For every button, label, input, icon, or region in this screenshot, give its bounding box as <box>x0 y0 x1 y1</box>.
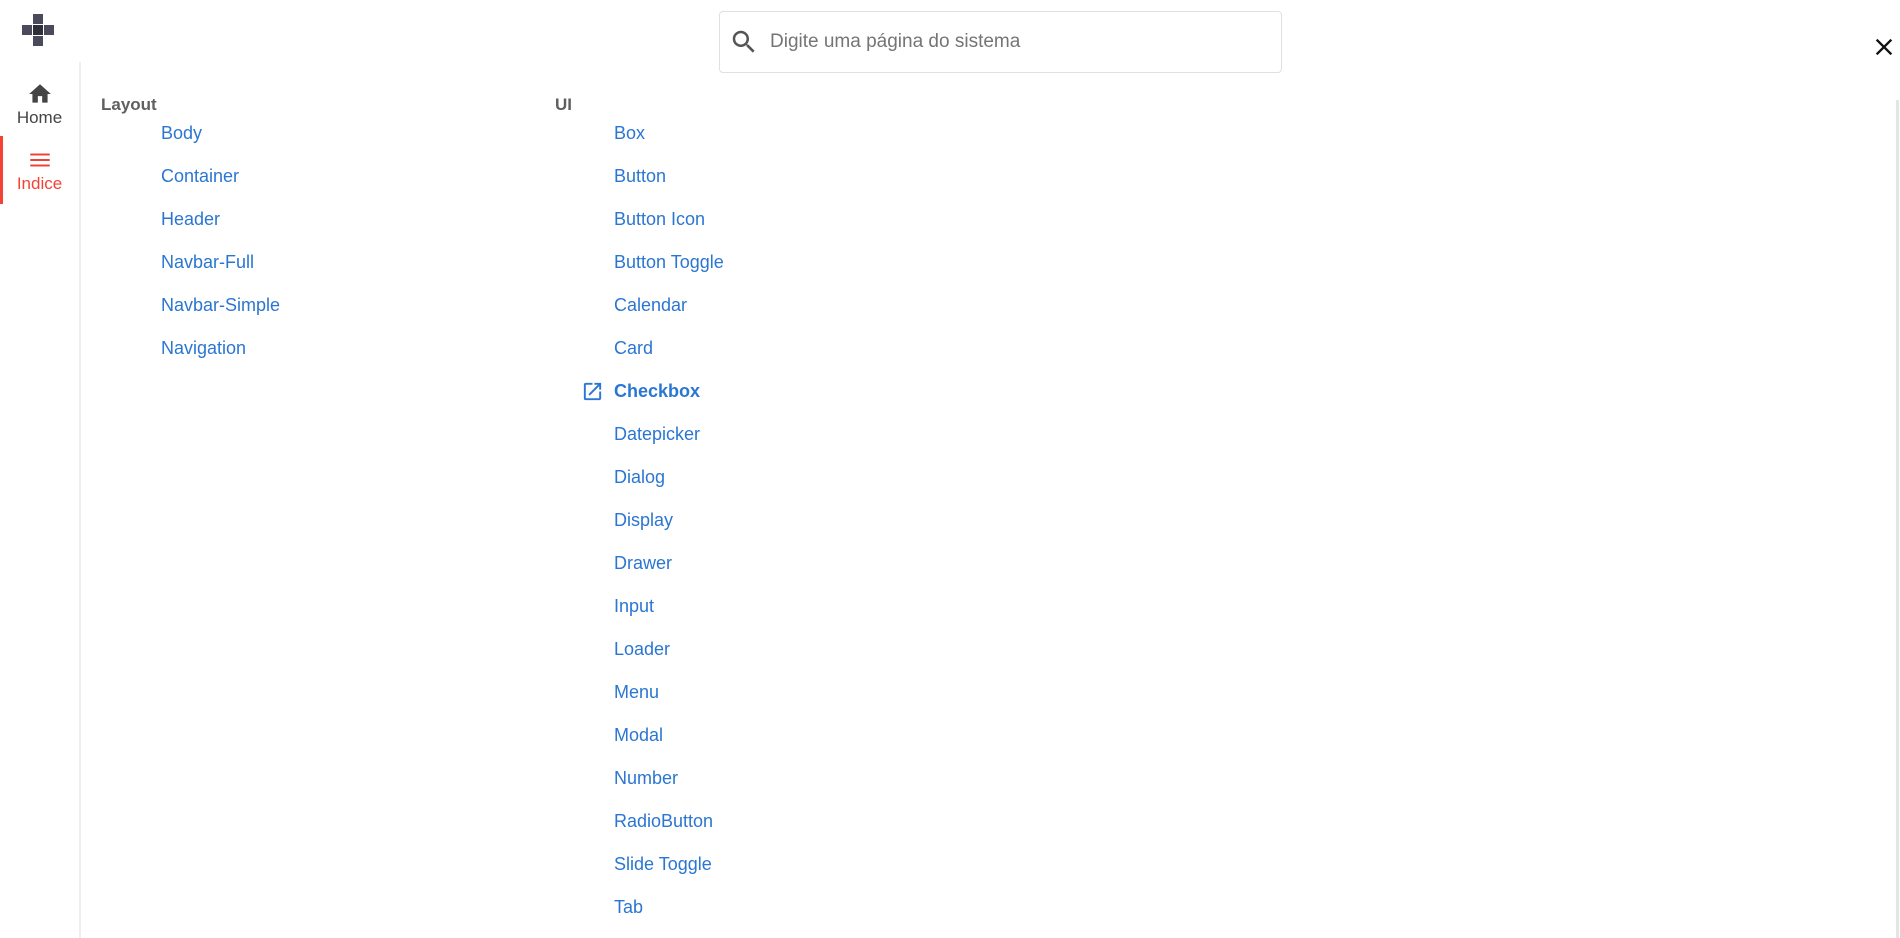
list-item[interactable]: Navbar-Simple <box>161 292 280 335</box>
list-item[interactable]: Calendar <box>614 292 724 335</box>
list-item-label: Card <box>614 338 654 358</box>
list-item[interactable]: Navbar-Full <box>161 249 280 292</box>
list-item[interactable]: Menu <box>614 679 724 722</box>
rail-item-indice-label: Indice <box>16 173 63 193</box>
list-item-label: Input <box>614 596 655 616</box>
search-input[interactable] <box>768 30 1248 54</box>
list-item-label: Button Toggle <box>614 252 724 272</box>
list-item-label: Navigation <box>161 338 247 358</box>
list-item-label: Display <box>614 510 674 530</box>
app-logo-icon[interactable] <box>22 14 54 46</box>
list-item-label: Calendar <box>614 295 688 315</box>
scrollbar-track[interactable] <box>1896 100 1899 938</box>
list-item[interactable]: Loader <box>614 636 724 679</box>
list-item-label: Box <box>614 123 646 143</box>
list-item-label: Container <box>161 166 240 186</box>
search-box <box>719 11 1282 73</box>
list-item-label: Button Icon <box>614 209 706 229</box>
rail-item-home-label: Home <box>16 107 63 127</box>
list-item-label: Slide Toggle <box>614 854 712 874</box>
list-item[interactable]: Box <box>614 120 724 163</box>
list-item-label: Header <box>161 209 221 229</box>
home-icon <box>28 83 51 103</box>
list-item-label: Menu <box>614 682 660 702</box>
list-item-label: Navbar-Full <box>161 252 255 272</box>
list-item[interactable]: Button <box>614 163 724 206</box>
group-list: Box Button Button Icon Button Toggle Cal… <box>583 120 724 937</box>
rail-item-indice[interactable]: Indice <box>0 136 79 204</box>
close-icon[interactable] <box>1870 33 1898 61</box>
list-item[interactable]: Slide Toggle <box>614 851 724 894</box>
list-item-label: Navbar-Simple <box>161 295 281 315</box>
list-item-label: RadioButton <box>614 811 714 831</box>
group-title: UI <box>555 95 572 114</box>
list-item-label: Number <box>614 768 679 788</box>
list-item[interactable]: Modal <box>614 722 724 765</box>
search-icon <box>732 30 755 53</box>
rail-item-home[interactable]: Home <box>0 70 79 138</box>
list-item[interactable]: RadioButton <box>614 808 724 851</box>
list-item[interactable]: Header <box>161 206 280 249</box>
group-list: Body Container Header Navbar-Full Navbar… <box>161 120 280 378</box>
list-item-active[interactable]: Checkbox <box>583 378 724 421</box>
list-item-label: Modal <box>614 725 664 745</box>
list-item[interactable]: Number <box>614 765 724 808</box>
list-item-label: Datepicker <box>614 424 701 444</box>
list-item-label: Button <box>614 166 667 186</box>
list-item[interactable]: Card <box>614 335 724 378</box>
list-item[interactable]: Dialog <box>614 464 724 507</box>
list-item[interactable]: Navigation <box>161 335 280 378</box>
menu-icon <box>29 153 50 166</box>
side-rail: Home Indice <box>0 62 81 938</box>
list-item-label: Checkbox <box>614 381 701 401</box>
list-item[interactable]: Input <box>614 593 724 636</box>
group-title: Layout <box>101 95 157 114</box>
list-item-label: Loader <box>614 639 671 659</box>
list-item[interactable]: Button Toggle <box>614 249 724 292</box>
list-item-label: Body <box>161 123 203 143</box>
list-item[interactable]: Container <box>161 163 280 206</box>
list-item-label: Drawer <box>614 553 673 573</box>
list-item-label: Dialog <box>614 467 666 487</box>
open-in-new-icon[interactable] <box>581 380 604 403</box>
list-item[interactable]: Datepicker <box>614 421 724 464</box>
list-item[interactable]: Display <box>614 507 724 550</box>
list-item[interactable]: Tab <box>614 894 724 937</box>
list-item-label: Tab <box>614 897 644 917</box>
list-item[interactable]: Drawer <box>614 550 724 593</box>
list-item[interactable]: Body <box>161 120 280 163</box>
list-item[interactable]: Button Icon <box>614 206 724 249</box>
